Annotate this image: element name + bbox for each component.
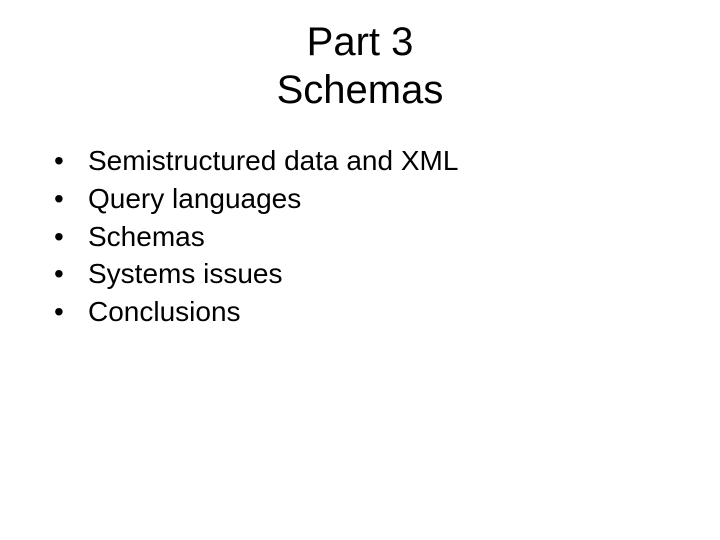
bullet-icon: • xyxy=(54,142,88,180)
list-item-label: Conclusions xyxy=(88,293,241,331)
bullet-icon: • xyxy=(54,180,88,218)
list-item: • Query languages xyxy=(54,180,720,218)
list-item-label: Query languages xyxy=(88,180,301,218)
slide-body: • Semistructured data and XML • Query la… xyxy=(0,142,720,331)
bullet-icon: • xyxy=(54,293,88,331)
list-item: • Schemas xyxy=(54,218,720,256)
list-item: • Semistructured data and XML xyxy=(54,142,720,180)
list-item-label: Systems issues xyxy=(88,255,283,293)
list-item: • Systems issues xyxy=(54,255,720,293)
slide: Part 3 Schemas • Semistructured data and… xyxy=(0,0,720,540)
list-item-label: Semistructured data and XML xyxy=(88,142,458,180)
list-item-label: Schemas xyxy=(88,218,205,256)
bullet-icon: • xyxy=(54,218,88,256)
list-item: • Conclusions xyxy=(54,293,720,331)
title-line-1: Part 3 xyxy=(0,18,720,66)
title-line-2: Schemas xyxy=(0,66,720,114)
slide-title: Part 3 Schemas xyxy=(0,18,720,114)
bullet-icon: • xyxy=(54,255,88,293)
